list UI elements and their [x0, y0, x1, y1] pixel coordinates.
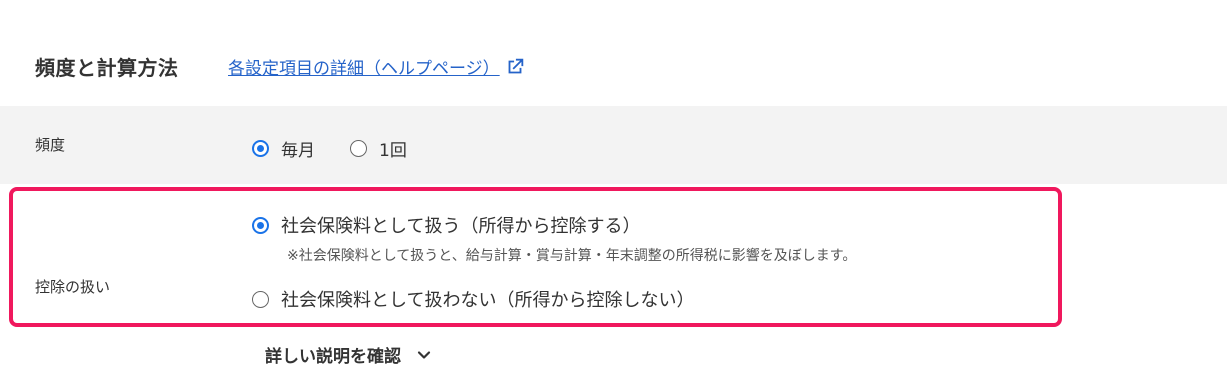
frequency-radio-once[interactable]: 1回 — [350, 136, 407, 161]
radio-checked-icon — [252, 216, 269, 234]
chevron-down-icon — [417, 350, 431, 359]
frequency-radio-monthly[interactable]: 毎月 — [252, 136, 315, 161]
help-link-text: 各設定項目の詳細（ヘルプページ） — [228, 59, 500, 79]
deduction-label: 控除の扱い — [35, 278, 111, 296]
frequency-option-monthly-label: 毎月 — [281, 141, 315, 161]
frequency-option-once-label: 1回 — [379, 141, 407, 161]
details-toggle-label: 詳しい説明を確認 — [265, 347, 401, 367]
frequency-label: 頻度 — [35, 136, 66, 154]
deduction-radio-social-insurance[interactable]: 社会保険料として扱う（所得から控除する） — [252, 212, 640, 238]
section-title: 頻度と計算方法 — [35, 56, 179, 80]
deduction-option-social-label: 社会保険料として扱う（所得から控除する） — [281, 216, 641, 237]
radio-unchecked-icon — [350, 140, 367, 157]
deduction-option-not-social-label: 社会保険料として扱わない（所得から控除しない） — [281, 290, 695, 311]
deduction-radio-not-social-insurance[interactable]: 社会保険料として扱わない（所得から控除しない） — [252, 286, 694, 312]
section-header: 頻度と計算方法 各設定項目の詳細（ヘルプページ） — [0, 0, 1227, 106]
deduction-note: ※社会保険料として扱うと、給与計算・賞与計算・年末調整の所得税に影響を及ぼします… — [287, 248, 857, 264]
radio-checked-icon — [252, 140, 269, 157]
frequency-row: 頻度 毎月 1回 — [0, 106, 1227, 184]
details-toggle-button[interactable]: 詳しい説明を確認 — [265, 342, 431, 367]
radio-unchecked-icon — [252, 290, 269, 308]
external-link-icon — [508, 58, 523, 73]
help-page-link[interactable]: 各設定項目の詳細（ヘルプページ） — [228, 54, 526, 79]
